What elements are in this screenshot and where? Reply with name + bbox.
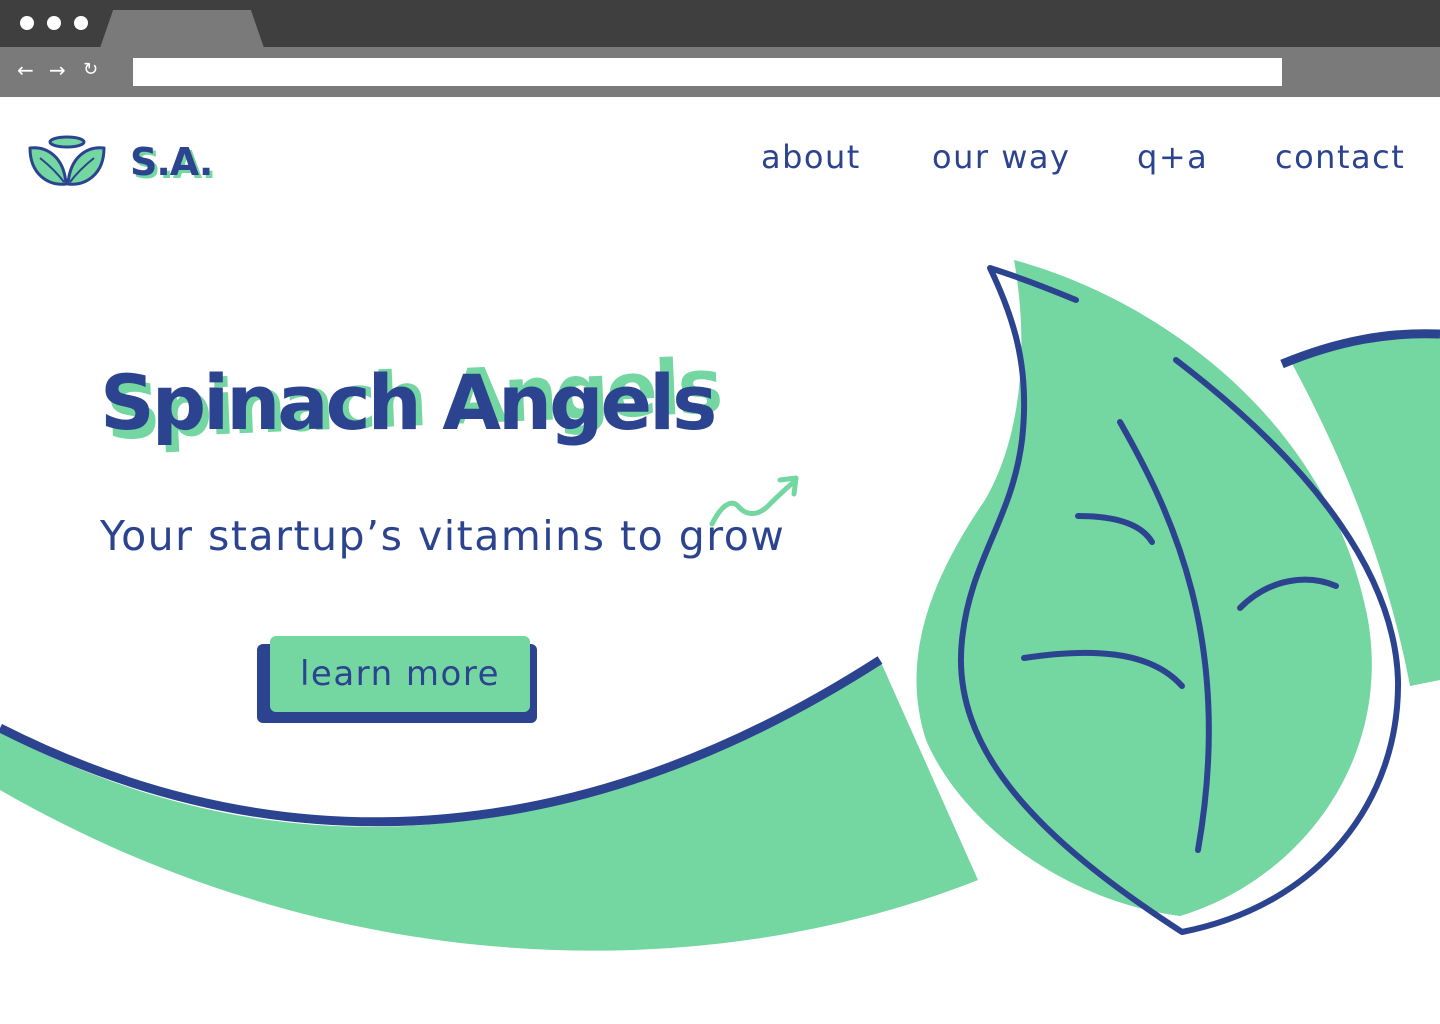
nav-link-contact[interactable]: contact bbox=[1275, 138, 1405, 176]
nav-link-about[interactable]: about bbox=[761, 138, 861, 176]
address-bar[interactable] bbox=[133, 58, 1282, 86]
window-maximize-dot[interactable] bbox=[74, 16, 88, 30]
nav-link-our-way[interactable]: our way bbox=[932, 138, 1070, 176]
leaf-logo-icon[interactable] bbox=[26, 134, 108, 190]
browser-tab[interactable] bbox=[100, 10, 264, 48]
reload-icon[interactable]: ↻ bbox=[83, 58, 98, 82]
learn-more-button-wrapper: learn more bbox=[257, 636, 537, 723]
brand-name[interactable]: S.A. S.A. bbox=[130, 140, 216, 187]
hero-subtitle: Your startup’s vitamins to grow bbox=[100, 512, 786, 560]
back-arrow-icon[interactable]: ← bbox=[17, 58, 34, 82]
forward-arrow-icon[interactable]: → bbox=[49, 58, 66, 82]
window-minimize-dot[interactable] bbox=[47, 16, 61, 30]
brand-name-text: S.A. bbox=[130, 140, 213, 184]
window-close-dot[interactable] bbox=[20, 16, 34, 30]
learn-more-button[interactable]: learn more bbox=[270, 636, 530, 712]
hero-title-text: Spinach Angels bbox=[100, 358, 717, 447]
hero-background-art bbox=[0, 260, 1440, 951]
hero-title: Spinach Angels Spinach Angels bbox=[100, 341, 820, 475]
nav-link-qa[interactable]: q+a bbox=[1137, 138, 1208, 176]
